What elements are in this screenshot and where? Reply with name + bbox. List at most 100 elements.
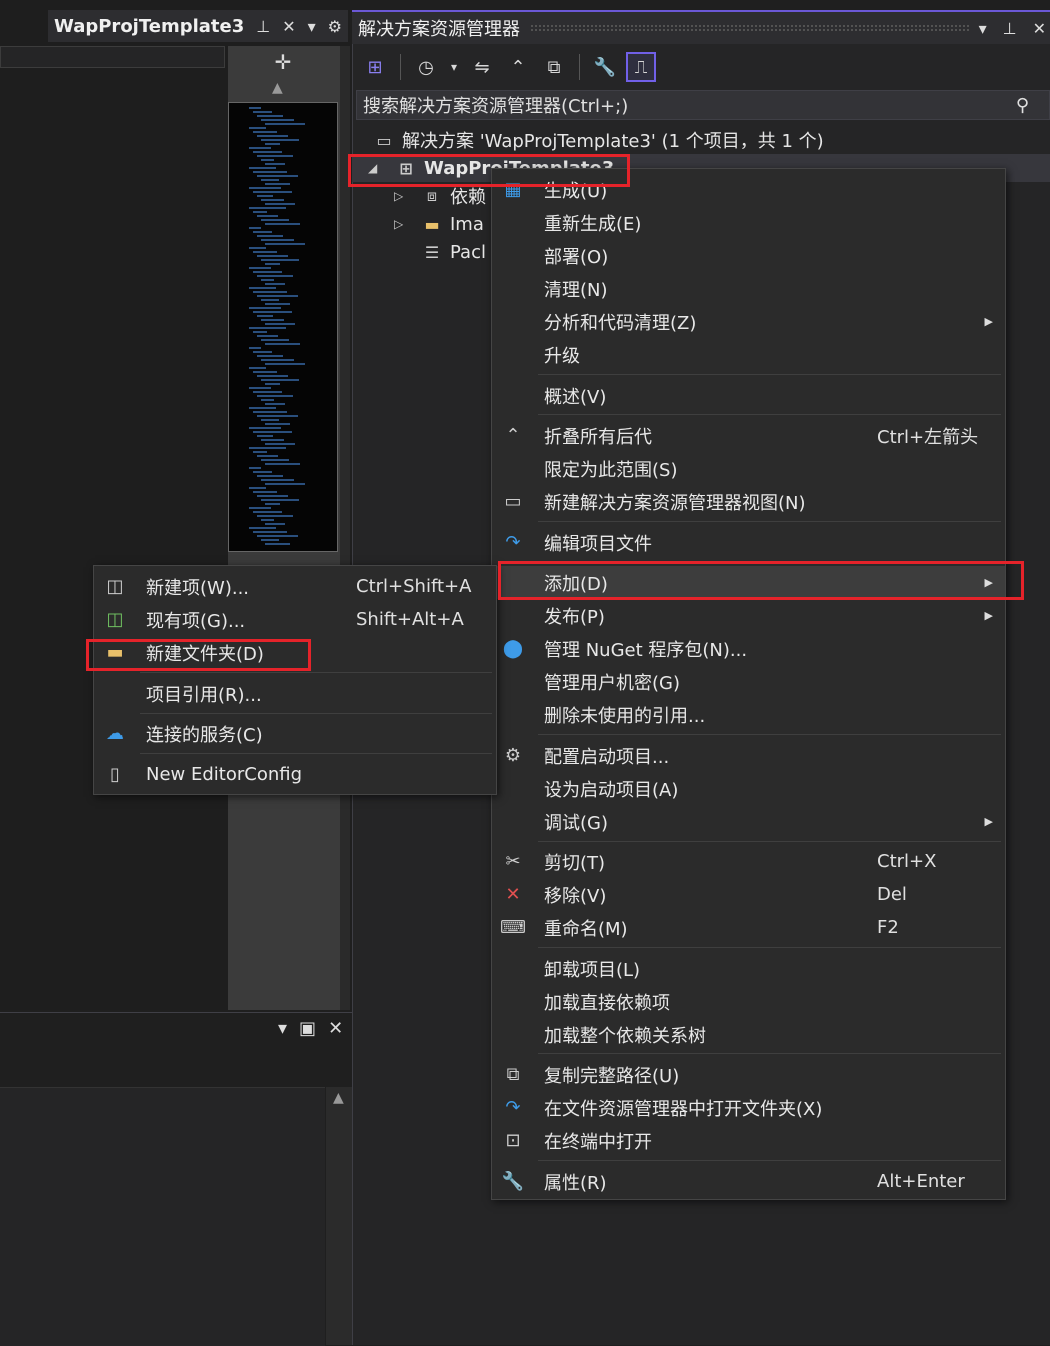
show-all-files-icon[interactable]: ⧉ [539,52,569,82]
minimap-code-line [257,255,288,257]
minimap-code-line [265,123,305,125]
menu-item-properties[interactable]: 🔧 属性(R) Alt+Enter [492,1165,1005,1198]
dependencies-icon: ⧈ [426,186,438,205]
tree-item-label: Pacl [450,241,486,263]
collapse-all-icon[interactable]: ⌃ [503,52,533,82]
menu-item-rename[interactable]: ⌨ 重命名(M) F2 [492,911,1005,944]
menu-separator [538,734,1001,735]
pin-icon[interactable]: ⊥ [1003,19,1017,38]
menu-item-scope[interactable]: 限定为此范围(S) [492,452,1005,485]
bottom-scrollbar[interactable] [326,1087,355,1345]
tree-item-package[interactable]: ☰ Pacl [394,238,486,266]
menu-item-set-startup[interactable]: 设为启动项目(A) [492,772,1005,805]
editor-tab-title: WapProjTemplate3 [54,15,245,37]
minimap-code-line [265,243,305,245]
switch-views-icon[interactable]: ⊞ [360,52,390,82]
maximize-icon[interactable]: ▣ [299,1018,316,1039]
minimap-code-line [249,267,271,269]
minimap-code-line [253,351,272,353]
menu-item-new-view[interactable]: ▭ 新建解决方案资源管理器视图(N) [492,485,1005,518]
drag-grip[interactable] [530,24,969,32]
chevron-down-icon[interactable]: ▾ [308,17,316,36]
scroll-up-icon[interactable]: ▲ [272,80,283,96]
menu-item-connected-services[interactable]: ☁ 连接的服务(C) [94,717,496,750]
menu-separator [538,374,1001,375]
menu-item-rebuild[interactable]: 重新生成(E) [492,206,1005,239]
close-icon[interactable]: ✕ [1033,19,1046,38]
menu-item-new-item[interactable]: ◫ 新建项(W)... Ctrl+Shift+A [94,570,496,603]
menu-item-upgrade[interactable]: 升级 [492,338,1005,371]
close-icon[interactable]: ✕ [282,17,295,36]
menu-item-user-secrets[interactable]: 管理用户机密(G) [492,665,1005,698]
menu-item-unload[interactable]: 卸载项目(L) [492,952,1005,985]
menu-item-nuget[interactable]: ⬤ 管理 NuGet 程序包(N)... [492,632,1005,665]
menu-item-open-terminal[interactable]: ⊡ 在终端中打开 [492,1124,1005,1157]
scroll-up-icon[interactable]: ▲ [333,1090,344,1106]
redo-arrow-icon: ↷ [505,1097,521,1118]
menu-item-clean[interactable]: 清理(N) [492,272,1005,305]
chevron-down-icon[interactable]: ▾ [979,19,987,38]
pending-changes-icon[interactable]: ◷ [411,52,441,82]
minimap-code-line [257,175,298,177]
close-icon[interactable]: ✕ [328,1018,343,1039]
menu-item-remove[interactable]: ✕ 移除(V) Del [492,878,1005,911]
menu-item-existing-item[interactable]: ◫ 现有项(G)... Shift+Alt+A [94,603,496,636]
minimap-code-line [253,291,287,293]
gear-icon[interactable]: ⚙ [328,17,342,36]
menu-item-analyze[interactable]: 分析和代码清理(Z) ▶ [492,305,1005,338]
minimap-code-line [261,219,289,221]
solution-icon: ▭ [376,130,392,150]
menu-item-configure-startup[interactable]: ⚙ 配置启动项目... [492,739,1005,772]
nuget-icon: ⬤ [502,638,524,659]
menu-item-copy-path[interactable]: ⧉ 复制完整路径(U) [492,1058,1005,1091]
menu-item-edit-project-file[interactable]: ↷ 编辑项目文件 [492,526,1005,559]
menu-item-cut[interactable]: ✂ 剪切(T) Ctrl+X [492,845,1005,878]
menu-item-collapse-descendants[interactable]: ⌃ 折叠所有后代 Ctrl+左箭头 [492,419,1005,452]
menu-item-remove-unused-refs[interactable]: 删除未使用的引用... [492,698,1005,731]
toolbar-separator [400,54,401,80]
tree-solution[interactable]: ▭ 解决方案 'WapProjTemplate3' (1 个项目，共 1 个) [372,126,823,154]
chevron-down-icon[interactable]: ▾ [278,1018,287,1039]
sync-icon[interactable]: ⇋ [467,52,497,82]
menu-item-load-dep-tree[interactable]: 加载整个依赖关系树 [492,1018,1005,1051]
collapsed-arrow-icon[interactable]: ▷ [394,189,410,203]
minimap-code-line [253,151,282,153]
redo-arrow-icon: ↷ [505,532,521,553]
minimap-viewport[interactable] [228,102,338,552]
pin-icon[interactable]: ⊥ [256,17,270,36]
properties-icon[interactable]: 🔧 [590,52,620,82]
menu-item-deploy[interactable]: 部署(O) [492,239,1005,272]
minimap-code-line [257,495,288,497]
search-input[interactable]: 搜索解决方案资源管理器(Ctrl+;) ⚲ [356,90,1050,120]
new-item-icon: ◫ [106,576,124,597]
minimap-code-line [249,207,286,209]
scissors-icon: ✂ [505,851,521,872]
minimap-code-line [249,507,271,509]
minimap-code-line [261,239,294,241]
bottom-panel-content[interactable] [0,1087,325,1346]
menu-item-overview[interactable]: 概述(V) [492,379,1005,412]
menu-item-publish[interactable]: 发布(P) ▶ [492,599,1005,632]
menu-separator [140,672,492,673]
highlight-box-add [498,561,1024,600]
editor-scrollbar[interactable] [340,46,350,1010]
menu-item-load-direct-deps[interactable]: 加载直接依赖项 [492,985,1005,1018]
minimap-code-line [265,343,300,345]
chevron-down-icon[interactable]: ▾ [447,52,461,82]
minimap-code-line [253,191,292,193]
minimap-code-line [261,479,294,481]
menu-item-project-reference[interactable]: 项目引用(R)... [94,677,496,710]
preview-icon[interactable]: ⎍ [626,52,656,82]
folder-icon: ▬ [424,214,440,234]
collapsed-arrow-icon[interactable]: ▷ [394,217,410,231]
search-icon[interactable]: ⚲ [1016,95,1029,116]
menu-item-new-editorconfig[interactable]: ▯ New EditorConfig [94,758,496,791]
navigation-bar[interactable] [0,46,225,68]
menu-item-open-in-explorer[interactable]: ↷ 在文件资源管理器中打开文件夹(X) [492,1091,1005,1124]
split-icon[interactable]: ✛ [228,48,338,76]
add-existing-icon: ◫ [106,609,124,630]
tree-item-images[interactable]: ▷ ▬ Ima [394,210,484,238]
menu-item-debug[interactable]: 调试(G) ▶ [492,805,1005,838]
minimap-code-line [257,335,278,337]
editor-tab[interactable]: WapProjTemplate3 ⊥ ✕ ▾ ⚙ [48,10,348,42]
